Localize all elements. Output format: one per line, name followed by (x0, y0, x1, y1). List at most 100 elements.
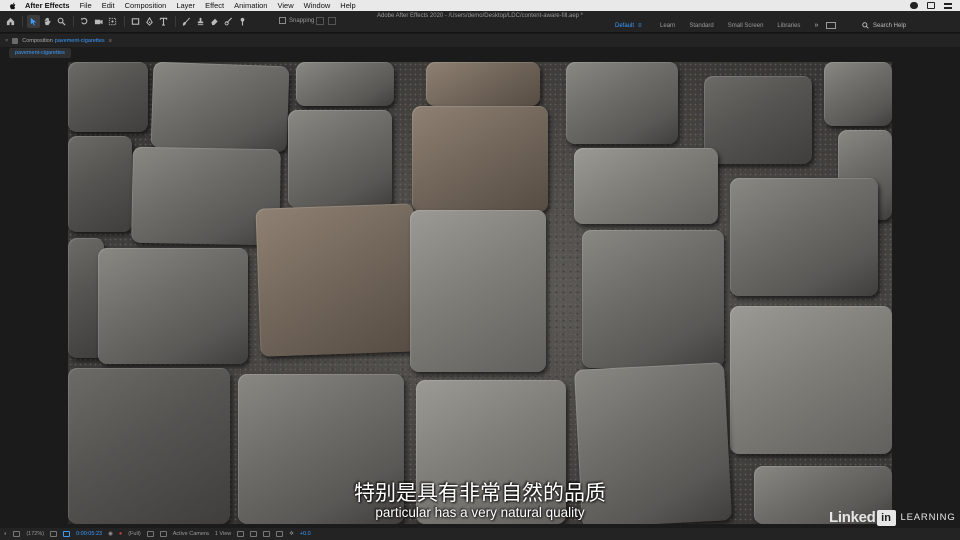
workspace-panel-icon[interactable] (826, 22, 837, 29)
viewer-options-bar: ◐ (172%) 0:00:05:23 ◉ ● (Full) Active Ca… (0, 528, 960, 540)
selection-tool-icon[interactable] (27, 15, 40, 28)
channel-icon[interactable]: ● (119, 531, 122, 537)
composition-label: Composition (22, 37, 53, 44)
workspace-default[interactable]: Default (615, 23, 634, 29)
search-help-label: Search Help (873, 22, 907, 29)
tools-toolbar: Adobe After Effects 2020 - /Users/demo/D… (0, 11, 960, 33)
workspace-learn[interactable]: Learn (660, 23, 675, 29)
menu-list-icon[interactable] (944, 2, 952, 9)
menu-file[interactable]: File (80, 1, 92, 10)
toolbar-divider (73, 16, 74, 27)
close-panel-button[interactable]: × (5, 38, 8, 44)
rotation-tool-icon[interactable] (78, 15, 91, 28)
menu-window[interactable]: Window (304, 1, 331, 10)
subtitle-chinese: 特别是具有非常自然的品质 (354, 481, 606, 505)
cobblestone (410, 210, 546, 372)
exposure-value[interactable]: +0.0 (300, 531, 311, 537)
text-tool-icon[interactable] (157, 15, 170, 28)
snap-options (316, 17, 340, 25)
transparency-grid-icon[interactable] (159, 531, 167, 537)
snapping-checkbox[interactable] (279, 17, 286, 24)
cobblestone (296, 62, 394, 106)
menu-view[interactable]: View (277, 1, 293, 10)
cobblestone (98, 248, 248, 364)
view-layout-dropdown[interactable]: 1 View (215, 531, 231, 537)
menu-effect[interactable]: Effect (205, 1, 224, 10)
toolbar-divider (22, 16, 23, 27)
snapping-toggle[interactable]: Snapping (279, 17, 314, 24)
tool-group (4, 15, 250, 28)
mask-visibility-icon[interactable] (63, 531, 71, 537)
cobblestone (68, 62, 148, 132)
cobblestone (704, 76, 812, 164)
snap-edges-icon[interactable] (316, 17, 324, 25)
pan-behind-tool-icon[interactable] (106, 15, 119, 28)
cobblestone (288, 110, 392, 208)
logo-learning-text: LEARNING (900, 512, 956, 523)
mac-menu-bar: After Effects File Edit Composition Laye… (0, 0, 960, 11)
workspace-switcher: Default ≡ Learn Standard Small Screen Li… (615, 22, 846, 29)
cobblestone (730, 178, 878, 296)
snapshot-icon[interactable]: ◉ (108, 531, 113, 537)
apple-icon[interactable] (9, 2, 17, 10)
menu-composition[interactable]: Composition (125, 1, 167, 10)
cobblestone (730, 306, 892, 454)
fast-previews-icon[interactable] (250, 531, 258, 537)
region-of-interest-icon[interactable] (146, 531, 154, 537)
menu-layer[interactable]: Layer (176, 1, 195, 10)
menu-extra-icon[interactable] (927, 2, 935, 9)
brush-tool-icon[interactable] (180, 15, 193, 28)
toolbar-divider (124, 16, 125, 27)
workspace-libraries[interactable]: Libraries (777, 23, 800, 29)
menu-animation[interactable]: Animation (234, 1, 267, 10)
cobblestone (574, 148, 718, 224)
camera-view-dropdown[interactable]: Active Camera (173, 531, 209, 537)
menu-help[interactable]: Help (340, 1, 355, 10)
snap-features-icon[interactable] (328, 17, 336, 25)
cobblestone (824, 62, 892, 126)
grid-guides-icon[interactable] (50, 531, 58, 537)
cobblestone (150, 62, 290, 153)
home-icon[interactable] (4, 15, 17, 28)
reset-exposure-icon[interactable]: ✲ (289, 531, 294, 537)
creative-cloud-icon[interactable] (910, 2, 918, 9)
cobblestone (255, 203, 419, 357)
pen-tool-icon[interactable] (143, 15, 156, 28)
composition-tab-row: pavement-cigarettes (0, 47, 960, 59)
search-help[interactable]: Search Help (862, 22, 906, 29)
toggle-pixel-aspect-icon[interactable] (237, 531, 245, 537)
camera-tool-icon[interactable] (92, 15, 105, 28)
always-preview-icon[interactable]: ◐ (4, 531, 7, 537)
workspace-menu-icon[interactable]: ≡ (638, 23, 644, 29)
workspace-standard[interactable]: Standard (689, 23, 713, 29)
menu-edit[interactable]: Edit (102, 1, 115, 10)
cobblestone (566, 62, 678, 144)
rectangle-tool-icon[interactable] (129, 15, 142, 28)
region-icon[interactable] (13, 531, 21, 537)
logo-linked-text: Linked (829, 509, 876, 526)
current-time[interactable]: 0:00:05:23 (76, 531, 102, 537)
search-icon (862, 22, 869, 29)
more-workspaces-button[interactable]: » (814, 22, 818, 29)
panel-menu-button[interactable]: ≡ (109, 38, 112, 44)
zoom-tool-icon[interactable] (55, 15, 68, 28)
clone-stamp-tool-icon[interactable] (194, 15, 207, 28)
roto-brush-tool-icon[interactable] (222, 15, 235, 28)
workspace-small-screen[interactable]: Small Screen (728, 23, 764, 29)
composition-viewer[interactable] (68, 62, 892, 524)
composition-tab[interactable]: pavement-cigarettes (9, 48, 71, 58)
timeline-icon[interactable] (263, 531, 271, 537)
flowchart-icon[interactable] (276, 531, 284, 537)
cobblestone (68, 136, 132, 232)
puppet-pin-tool-icon[interactable] (236, 15, 249, 28)
menu-after-effects[interactable]: After Effects (25, 1, 70, 10)
resolution-dropdown[interactable]: (Full) (128, 531, 141, 537)
logo-in-badge: in (876, 509, 896, 526)
hand-tool-icon[interactable] (41, 15, 54, 28)
composition-name[interactable]: pavement-cigarettes (55, 38, 105, 44)
eraser-tool-icon[interactable] (208, 15, 221, 28)
zoom-dropdown[interactable]: (172%) (26, 531, 44, 537)
cobblestone (582, 230, 724, 368)
subtitle-english: particular has a very natural quality (375, 505, 585, 520)
lock-icon[interactable] (12, 37, 19, 44)
